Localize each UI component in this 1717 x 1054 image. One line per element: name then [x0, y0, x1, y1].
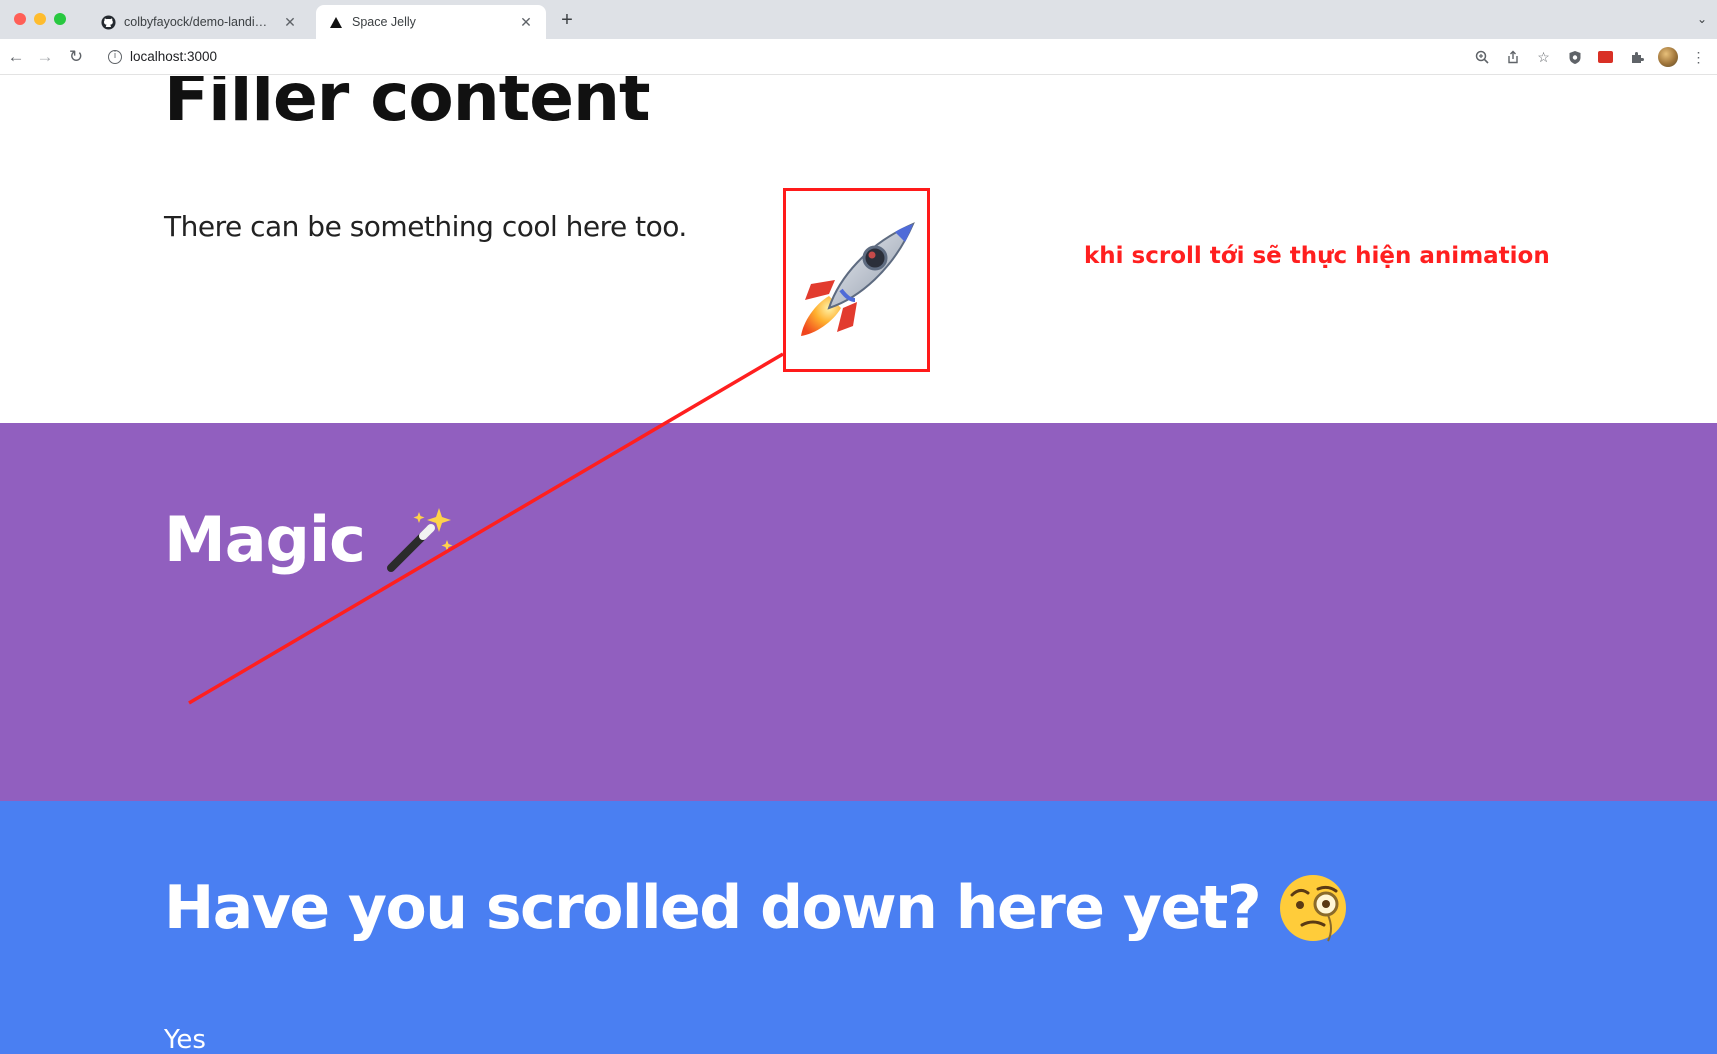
window-zoom-button[interactable]: [54, 13, 66, 25]
address-url[interactable]: localhost:3000: [130, 49, 217, 64]
magic-section: Magic: [0, 423, 1717, 801]
filler-section: Filler content There can be something co…: [0, 76, 1717, 423]
browser-toolbar: ← → ↻ i localhost:3000 ☆ ⋮: [0, 39, 1717, 75]
close-tab-icon[interactable]: ✕: [282, 14, 298, 31]
shield-extension-icon[interactable]: [1562, 45, 1587, 69]
window-minimize-button[interactable]: [34, 13, 46, 25]
rocket-icon: [800, 222, 915, 336]
scroll-heading: Have you scrolled down here yet?: [164, 873, 1262, 943]
rocket-highlight-box: [783, 188, 930, 372]
tab-title: colbyfayock/demo-landing-sta: [124, 15, 274, 29]
browser-tab-space-jelly[interactable]: Space Jelly ✕: [316, 5, 546, 39]
filler-text: There can be something cool here too.: [164, 210, 687, 243]
scroll-heading-row: Have you scrolled down here yet?: [164, 873, 1348, 943]
magic-heading: Magic: [164, 503, 366, 576]
tab-title: Space Jelly: [352, 15, 416, 29]
browser-tab-github[interactable]: colbyfayock/demo-landing-sta ✕: [88, 5, 310, 39]
red-extension-icon[interactable]: [1593, 45, 1618, 69]
tab-search-chevron-icon[interactable]: ⌄: [1697, 12, 1707, 26]
back-arrow-icon[interactable]: ←: [4, 45, 28, 69]
animation-annotation-note: khi scroll tới sẽ thực hiện animation: [1084, 243, 1550, 269]
zoom-icon[interactable]: [1469, 45, 1494, 69]
more-menu-icon[interactable]: ⋮: [1686, 45, 1711, 69]
filler-heading: Filler content: [164, 76, 651, 136]
reload-icon[interactable]: ↻: [64, 45, 88, 69]
site-info-icon[interactable]: i: [108, 50, 122, 64]
window-close-button[interactable]: [14, 13, 26, 25]
scroll-answer: Yes: [164, 1025, 206, 1054]
github-icon: [100, 14, 116, 30]
magic-heading-row: Magic: [164, 503, 455, 576]
puzzle-extensions-icon[interactable]: [1624, 45, 1649, 69]
new-tab-button[interactable]: +: [556, 10, 578, 32]
scroll-section: Have you scrolled down here yet? Yes: [0, 801, 1717, 1054]
forward-arrow-icon[interactable]: →: [33, 45, 57, 69]
profile-avatar[interactable]: [1655, 45, 1680, 69]
face-with-monocle-icon: [1280, 875, 1347, 942]
share-icon[interactable]: [1500, 45, 1525, 69]
triangle-icon: [328, 14, 344, 30]
page-viewport: Filler content There can be something co…: [0, 76, 1717, 1054]
close-tab-icon[interactable]: ✕: [518, 14, 534, 31]
magic-wand-icon: [386, 507, 453, 572]
toolbar-icons: ☆ ⋮: [1469, 45, 1711, 69]
browser-tab-bar: colbyfayock/demo-landing-sta ✕ Space Jel…: [0, 0, 1717, 39]
bookmark-star-icon[interactable]: ☆: [1531, 45, 1556, 69]
address-bar[interactable]: i localhost:3000: [98, 43, 1673, 71]
